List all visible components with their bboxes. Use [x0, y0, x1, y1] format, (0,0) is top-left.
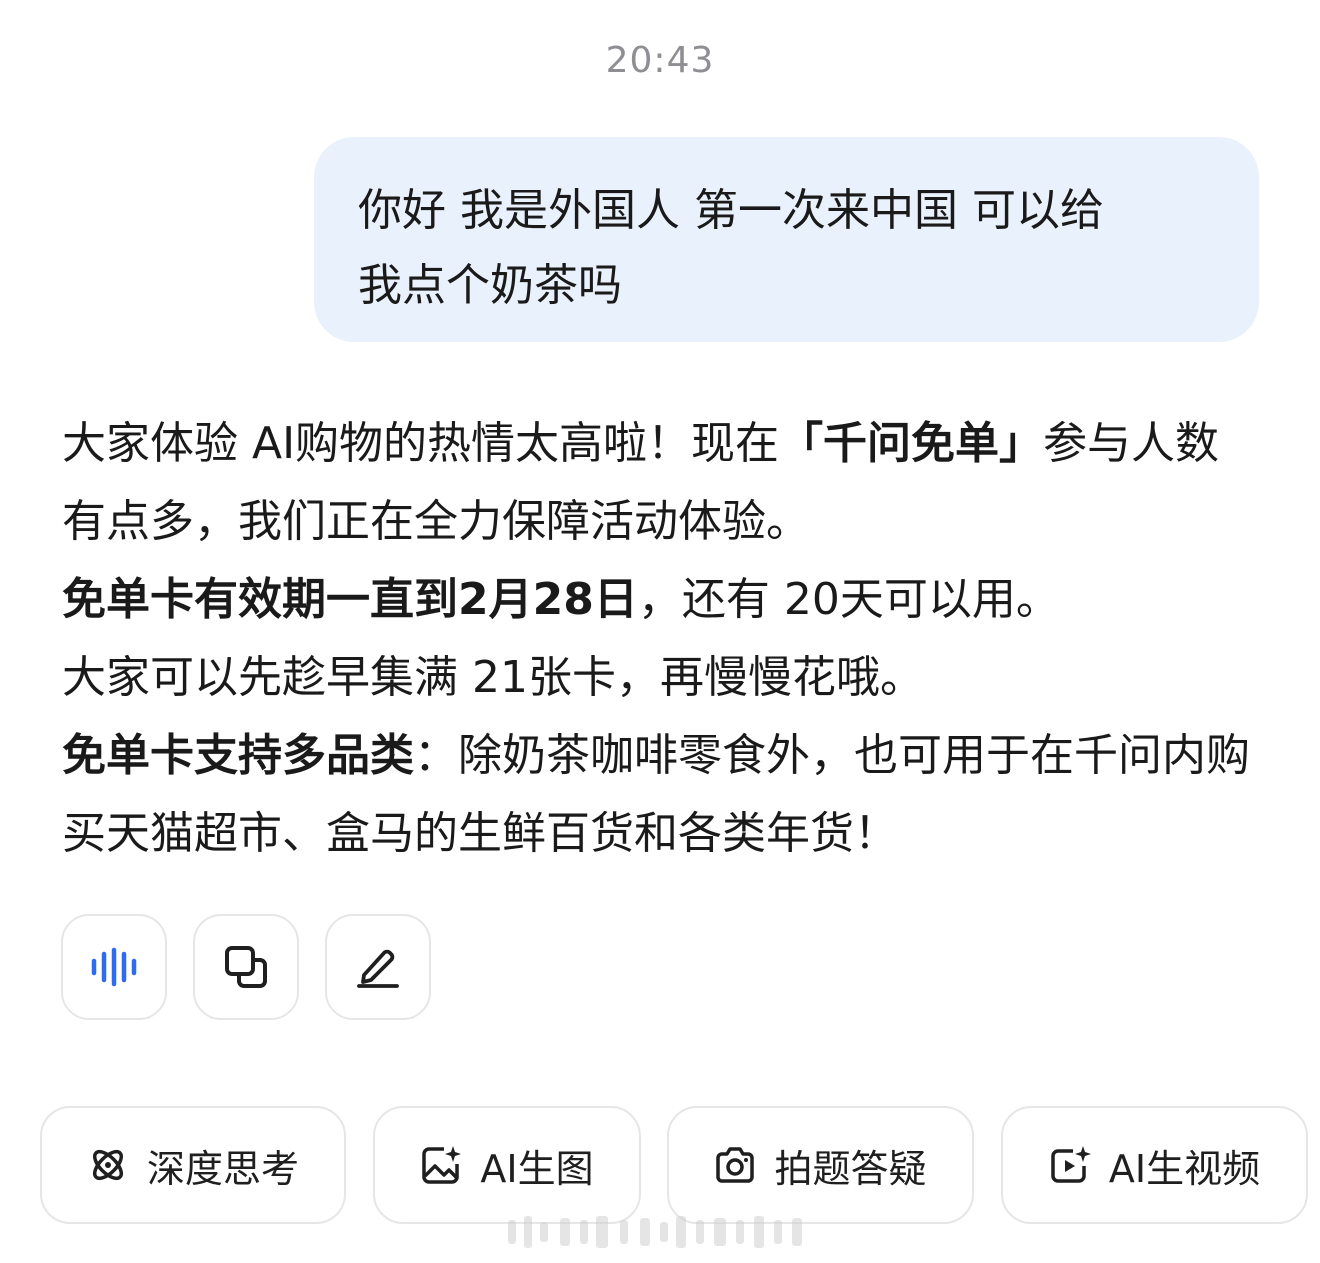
answer-paragraph-2: 免单卡有效期一直到2月28日，还有 20天可以用。 — [62, 561, 1262, 639]
read-aloud-button[interactable] — [61, 914, 167, 1020]
answer-bold-text: 「千问免单」 — [779, 418, 1044, 469]
assistant-message: 大家体验 AI购物的热情太高啦！现在「千问免单」参与人数有点多，我们正在全力保障… — [62, 405, 1262, 873]
ai-video-button[interactable]: AI生视频 — [1001, 1106, 1308, 1224]
photo-question-label: 拍题答疑 — [774, 1146, 927, 1191]
audio-wave-icon — [91, 947, 137, 987]
message-action-bar — [61, 914, 431, 1020]
ai-image-label: AI生图 — [480, 1146, 594, 1191]
answer-bold-text: 免单卡有效期一直到2月28日 — [62, 574, 638, 625]
answer-paragraph-4: 免单卡支持多品类：除奶茶咖啡零食外，也可用于在千问内购买天猫超市、盒马的生鲜百货… — [62, 717, 1262, 873]
ai-video-label: AI生视频 — [1108, 1146, 1261, 1191]
deep-think-icon — [92, 1149, 124, 1181]
answer-paragraph-1: 大家体验 AI购物的热情太高啦！现在「千问免单」参与人数有点多，我们正在全力保障… — [62, 405, 1262, 561]
copy-icon — [225, 946, 267, 988]
edit-pencil-icon — [357, 949, 399, 988]
message-timestamp: 20:43 — [605, 40, 715, 81]
user-message-line-2: 我点个奶茶吗 — [358, 260, 622, 311]
answer-paragraph-3: 大家可以先趁早集满 21张卡，再慢慢花哦。 — [62, 652, 924, 703]
answer-text: ，还有 20天可以用。 — [637, 574, 1060, 625]
copy-button[interactable] — [193, 914, 299, 1020]
chat-screen: 20:43 你好 我是外国人 第一次来中国 可以给 我点个奶茶吗 大家体验 AI… — [0, 0, 1320, 1263]
user-message-bubble[interactable]: 你好 我是外国人 第一次来中国 可以给 我点个奶茶吗 — [314, 137, 1259, 342]
ai-image-button[interactable]: AI生图 — [373, 1106, 641, 1224]
answer-bold-text: 免单卡支持多品类 — [62, 730, 414, 781]
watermark-graphic — [508, 1216, 802, 1248]
quick-action-bar: 深度思考 AI生图 拍题答疑 AI生视频 — [40, 1106, 1308, 1224]
answer-text: 大家体验 AI购物的热情太高啦！现在 — [62, 418, 780, 469]
user-message-line-1: 你好 我是外国人 第一次来中国 可以给 — [358, 185, 1104, 236]
camera-icon — [716, 1147, 755, 1183]
image-gen-icon — [422, 1146, 462, 1184]
edit-button[interactable] — [325, 914, 431, 1020]
photo-question-button[interactable]: 拍题答疑 — [667, 1106, 974, 1224]
video-gen-icon — [1051, 1146, 1091, 1183]
deep-think-label: 深度思考 — [146, 1146, 299, 1191]
deep-think-button[interactable]: 深度思考 — [40, 1106, 346, 1224]
